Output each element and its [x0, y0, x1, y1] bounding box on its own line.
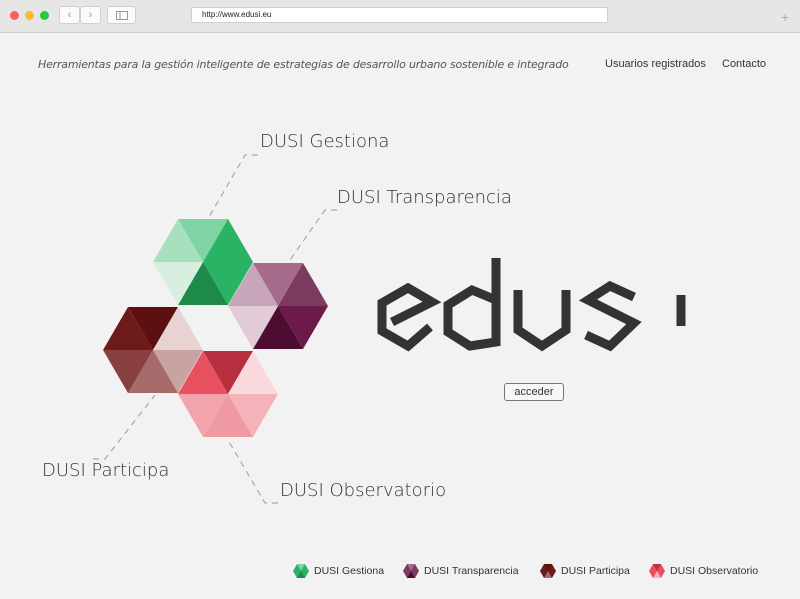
legend-item-transparencia[interactable]: DUSI Transparencia: [403, 564, 519, 578]
hexagon-purple-icon: [403, 564, 419, 578]
legend-label: DUSI Gestiona: [314, 565, 385, 577]
legend-label: DUSI Participa: [561, 565, 630, 577]
legend-item-gestiona[interactable]: DUSI Gestiona: [293, 564, 384, 578]
hexagon-darkred-icon: [540, 564, 556, 578]
acceder-button[interactable]: acceder: [504, 383, 564, 401]
callout-dusi-transparencia: DUSI Transparencia: [337, 187, 512, 208]
legend-item-participa[interactable]: DUSI Participa: [540, 564, 630, 578]
legend-label: DUSI Observatorio: [670, 565, 759, 577]
hexagon-green-icon: [293, 564, 309, 578]
callout-dusi-gestiona: DUSI Gestiona: [260, 131, 390, 152]
callout-dusi-observatorio: DUSI Observatorio: [280, 480, 447, 501]
legend-item-observatorio[interactable]: DUSI Observatorio: [649, 564, 758, 578]
edusi-logo: [377, 258, 686, 352]
legend-label: DUSI Transparencia: [424, 565, 519, 577]
hexagon-pink-icon: [649, 564, 665, 578]
callout-dusi-participa: DUSI Participa: [42, 460, 170, 481]
